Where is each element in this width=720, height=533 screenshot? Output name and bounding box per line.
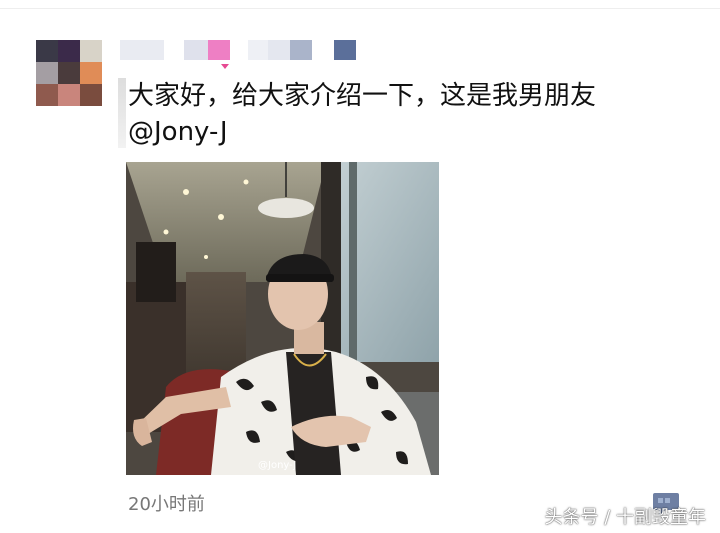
page-watermark: 头条号 / 十副毁童年	[544, 507, 706, 528]
post-text-line: 大家好，给大家介绍一下，这是我男朋友	[128, 81, 597, 111]
avatar[interactable]	[36, 40, 102, 106]
photo-watermark: @Jony-J	[258, 460, 296, 471]
post-photo[interactable]: @Jony-J	[126, 162, 439, 475]
pixelated-margin	[118, 78, 126, 148]
post-text: 大家好，给大家介绍一下，这是我男朋友 @Jony-J	[128, 78, 688, 150]
photo-illustration: @Jony-J	[126, 162, 439, 475]
nickname-marker	[221, 64, 229, 69]
post-timestamp: 20小时前	[128, 494, 205, 515]
top-divider	[0, 8, 720, 9]
mention-link[interactable]: @Jony-J	[128, 114, 688, 150]
